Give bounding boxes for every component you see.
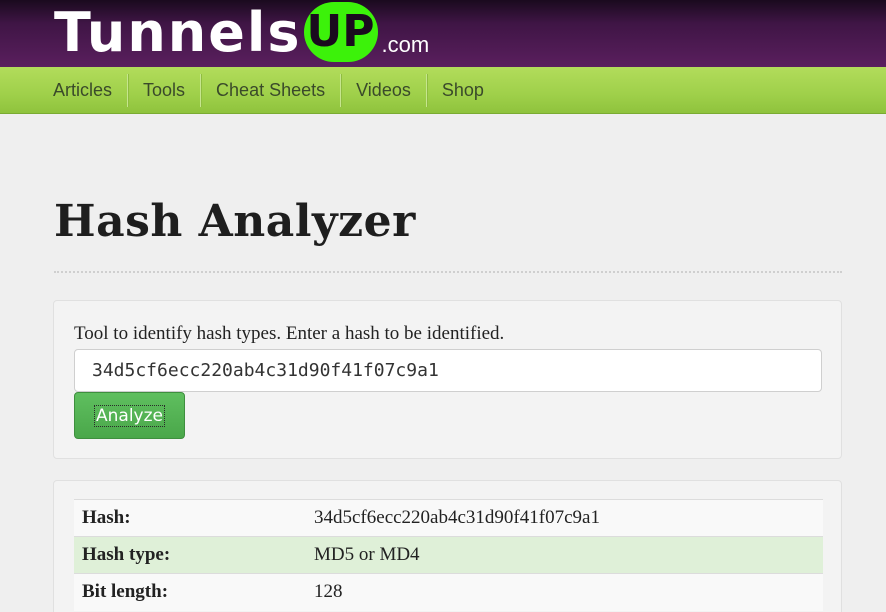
site-header: Tunnels UP .com	[0, 0, 886, 67]
analyze-button[interactable]: Analyze	[74, 392, 185, 439]
nav-item-articles[interactable]: Articles	[38, 73, 129, 107]
main-nav: Articles Tools Cheat Sheets Videos Shop	[0, 67, 886, 114]
results-panel: Hash: 34d5cf6ecc220ab4c31d90f41f07c9a1 H…	[53, 480, 842, 612]
table-row: Bit length: 128	[74, 573, 823, 611]
result-label-hash-type: Hash type:	[74, 536, 314, 574]
title-divider	[54, 271, 842, 273]
analyze-button-label: Analyze	[94, 404, 165, 427]
hash-form-panel: Tool to identify hash types. Enter a has…	[53, 300, 842, 459]
hash-input[interactable]	[74, 349, 822, 392]
form-description: Tool to identify hash types. Enter a has…	[74, 323, 505, 344]
result-value-hash: 34d5cf6ecc220ab4c31d90f41f07c9a1	[314, 499, 823, 537]
page-title: Hash Analyzer	[54, 196, 416, 247]
nav-item-videos[interactable]: Videos	[341, 73, 427, 107]
logo-badge: UP	[303, 2, 378, 62]
table-row: Hash: 34d5cf6ecc220ab4c31d90f41f07c9a1	[74, 499, 823, 537]
logo-text: Tunnels	[54, 1, 302, 64]
result-label-bit-length: Bit length:	[74, 573, 314, 611]
result-value-bit-length: 128	[314, 573, 823, 611]
nav-item-shop[interactable]: Shop	[427, 74, 499, 107]
logo-suffix: .com	[381, 32, 430, 57]
table-row: Hash type: MD5 or MD4	[74, 536, 823, 574]
result-label-hash: Hash:	[74, 499, 314, 537]
results-table: Hash: 34d5cf6ecc220ab4c31d90f41f07c9a1 H…	[74, 499, 823, 611]
result-value-hash-type: MD5 or MD4	[314, 536, 823, 574]
nav-item-tools[interactable]: Tools	[128, 73, 202, 107]
nav-item-cheat-sheets[interactable]: Cheat Sheets	[201, 73, 342, 107]
site-logo[interactable]: Tunnels UP .com	[54, 2, 429, 64]
